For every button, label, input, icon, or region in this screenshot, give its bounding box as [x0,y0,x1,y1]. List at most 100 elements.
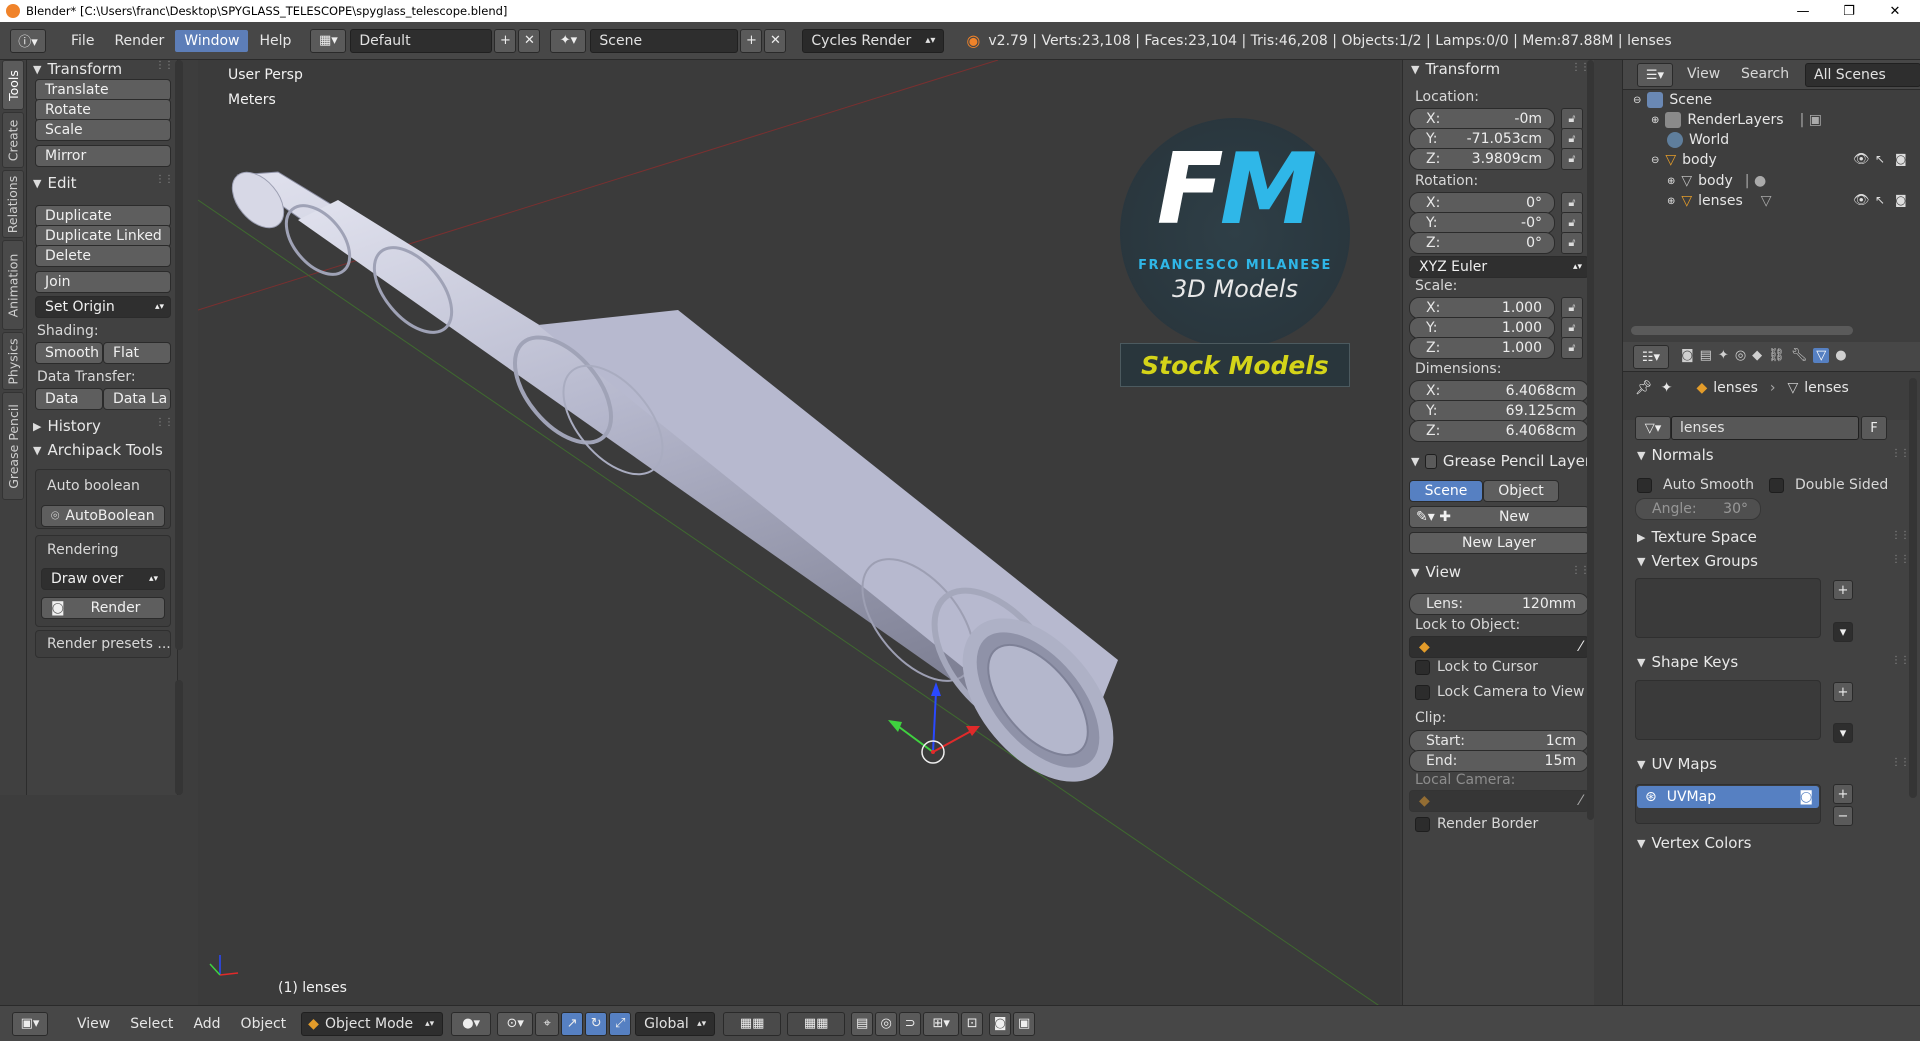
shape-keys-panel-header[interactable]: ▼ Shape Keys [1637,653,1738,671]
texture-space-panel-header[interactable]: ▶ Texture Space [1637,528,1757,546]
render-engine-select[interactable]: Cycles Render ▴▾ [802,28,945,53]
shape-keys-list[interactable] [1635,680,1821,740]
pin-icon[interactable]: 📌︎ [1635,380,1653,396]
properties-editor-type-icon[interactable]: ☷▾ [1633,345,1669,369]
expand-icon[interactable]: ⊕ [1667,196,1675,207]
transform-panel-header[interactable]: ▼ Transform [33,60,122,78]
rotate-button[interactable]: Rotate [35,99,171,121]
normals-panel-header[interactable]: ▼ Normals [1637,446,1714,464]
menu-select[interactable]: Select [121,1013,182,1035]
lens-field[interactable]: Lens: 120mm [1409,593,1589,615]
render-animation-icon[interactable]: ▣ [1013,1011,1036,1036]
auto-smooth-checkbox[interactable] [1637,478,1652,493]
duplicate-button[interactable]: Duplicate [35,205,171,227]
scene-field[interactable]: Scene [590,28,739,53]
render-camera-icon[interactable]: ◙ [1895,193,1907,207]
scale-button[interactable]: Scale [35,119,171,141]
outliner-editor-type-icon[interactable]: ☰▾ [1637,63,1673,87]
scale-y-field[interactable]: Y: 1.000 [1409,317,1555,339]
outliner-item-body-mesh[interactable]: ⊕ ▽ body | ● [1667,173,1766,189]
modifiers-tab-icon[interactable]: 🔧︎ [1791,348,1808,363]
delete-button[interactable]: Delete [35,245,171,267]
lock-icon[interactable]: 🔓︎ [1561,337,1583,359]
select-arrow-icon[interactable]: ↖ [1875,152,1885,166]
scene-icon[interactable]: ✦▾ [550,28,587,53]
location-x-field[interactable]: X: -0m [1409,108,1555,130]
mesh-browse-icon[interactable]: ▽▾ [1635,416,1671,440]
history-panel-header[interactable]: ▶ History [33,417,101,435]
set-origin-select[interactable]: Set Origin ▴▾ [35,296,171,318]
vertex-groups-list[interactable] [1635,578,1821,638]
lock-icon[interactable]: 🔓︎ [1561,192,1583,214]
remove-uv-map-icon[interactable]: − [1833,806,1853,826]
panel-grip-icon[interactable]: ⋮⋮ [1891,448,1910,459]
lock-icon[interactable]: 🔓︎ [1561,297,1583,319]
panel-grip-icon[interactable]: ⋮⋮ [1891,554,1910,565]
tab-physics[interactable]: Physics [2,332,24,390]
mesh-name-field[interactable]: lenses [1671,416,1859,440]
render-border-checkbox[interactable] [1415,817,1430,832]
tab-create[interactable]: Create [2,112,24,168]
material-tab-icon[interactable]: ● [1835,348,1846,363]
menu-object[interactable]: Object [232,1013,296,1035]
add-layout-icon[interactable]: + [494,28,517,53]
panel-grip-icon[interactable]: ⋮⋮ [155,174,174,185]
close-button[interactable]: ✕ [1872,0,1918,22]
rotation-mode-select[interactable]: XYZ Euler ▴▾ [1409,256,1589,278]
add-shape-key-icon[interactable]: + [1833,682,1853,702]
dimension-x-field[interactable]: X: 6.4068cm [1409,380,1589,402]
layers-grid-icon[interactable]: ▦▦ [787,1011,846,1036]
active-render-icon[interactable]: ◙ [1799,789,1813,805]
fake-user-button[interactable]: F [1861,416,1887,440]
renderlayers-tab-icon[interactable]: ▤ [1700,348,1712,363]
outliner-item-scene[interactable]: ⊖ Scene [1633,92,1712,108]
gp-object-button[interactable]: Object [1483,480,1559,502]
render-still-icon[interactable]: ◙ [989,1011,1012,1036]
snap-magnet-icon[interactable]: ⊃ [899,1011,922,1036]
duplicate-linked-button[interactable]: Duplicate Linked [35,225,171,247]
rotation-z-field[interactable]: Z: 0° [1409,232,1555,254]
outliner-item-body-object[interactable]: ⊖ ▽ body [1651,152,1717,168]
outliner-h-scrollbar[interactable] [1631,326,1853,335]
dimension-y-field[interactable]: Y: 69.125cm [1409,400,1589,422]
remove-scene-icon[interactable]: ✕ [764,28,787,53]
panel-grip-icon[interactable]: ⋮⋮ [155,417,174,428]
eyedropper-icon[interactable]: ⁄ [1580,639,1582,655]
local-camera-field[interactable]: ◆ ⁄ [1409,790,1589,812]
smooth-button[interactable]: Smooth [35,342,103,364]
scale-x-field[interactable]: X: 1.000 [1409,297,1555,319]
location-y-field[interactable]: Y: -71.053cm [1409,128,1555,150]
render-button[interactable]: ◙ Render [41,597,165,619]
data-layout-button[interactable]: Data La [103,388,171,410]
vertex-group-menu-icon[interactable]: ▾ [1833,622,1853,642]
dimension-z-field[interactable]: Z: 6.4068cm [1409,420,1589,442]
tab-relations[interactable]: Relations [2,170,24,238]
tab-grease-pencil[interactable]: Grease Pencil [2,392,24,500]
menu-help[interactable]: Help [250,30,300,52]
archipack-panel-header[interactable]: ▼ Archipack Tools [33,441,173,459]
layers-grid-icon[interactable]: ▦▦ [723,1011,782,1036]
snap-target-icon[interactable]: ⊡ [961,1011,984,1036]
add-scene-icon[interactable]: + [740,28,763,53]
mirror-button[interactable]: Mirror [35,145,171,167]
minimize-button[interactable]: — [1780,0,1826,22]
outliner-item-renderlayers[interactable]: ⊕ RenderLayers | ▣ [1651,112,1822,128]
world-tab-icon[interactable]: ◎ [1735,348,1746,363]
panel-grip-icon[interactable]: ⋮⋮ [155,60,174,71]
panel-grip-icon[interactable]: ⋮⋮ [1891,757,1910,768]
n-transform-header[interactable]: ▼ Transform [1411,60,1500,78]
snap-element-icon[interactable]: ⊞▾ [923,1011,960,1036]
render-presets-button[interactable]: Render presets ... [47,636,171,652]
tab-tools[interactable]: Tools [2,60,24,110]
tab-animation[interactable]: Animation [2,240,24,330]
collapse-icon[interactable]: ⊖ [1651,155,1659,166]
manipulator-toggle-icon[interactable]: ⌖ [535,1011,560,1036]
mode-select[interactable]: ◆ Object Mode ▴▾ [301,1011,444,1036]
layout-field[interactable]: Default [350,28,493,53]
menu-add[interactable]: Add [184,1013,229,1035]
outliner-item-lenses[interactable]: ⊕ ▽ lenses ▽ [1667,193,1772,209]
lock-icon[interactable]: 🔓︎ [1561,108,1583,130]
lock-icon[interactable]: 🔓︎ [1561,148,1583,170]
outliner-view-menu[interactable]: View [1687,66,1720,82]
remove-layout-icon[interactable]: ✕ [518,28,541,53]
